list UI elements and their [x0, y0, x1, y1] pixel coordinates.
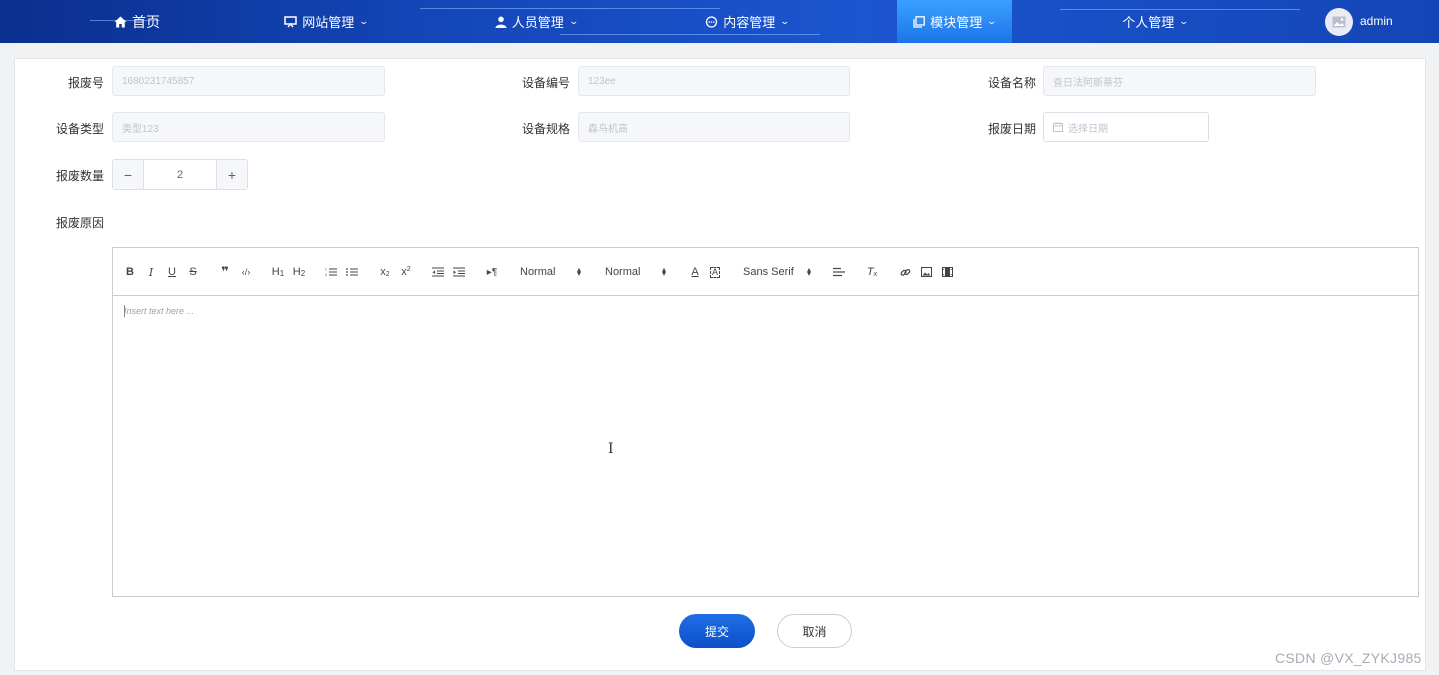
- superscript-button[interactable]: x2: [398, 264, 414, 280]
- image-icon[interactable]: [919, 264, 933, 280]
- username[interactable]: admin: [1360, 14, 1393, 28]
- nav-item-content-management[interactable]: 内容管理 ⌄: [697, 0, 797, 43]
- chevron-down-icon: ⌄: [1178, 16, 1190, 26]
- italic-button[interactable]: I: [144, 264, 158, 280]
- submit-button[interactable]: 提交: [679, 614, 755, 648]
- calendar-icon: [1053, 122, 1063, 132]
- avatar[interactable]: [1325, 8, 1353, 36]
- device-type-value: 类型123: [122, 123, 159, 135]
- ibeam-cursor-icon: I: [608, 441, 614, 457]
- scrap-reason-label: 报废原因: [55, 216, 104, 230]
- outdent-icon[interactable]: [431, 264, 445, 280]
- blockquote-button[interactable]: ❞: [218, 264, 232, 280]
- svg-text:2: 2: [325, 273, 327, 277]
- nav-item-label: 内容管理: [723, 15, 776, 30]
- chevron-down-icon: ⌄: [779, 16, 791, 26]
- image-placeholder-icon: [1332, 16, 1346, 28]
- bold-button[interactable]: B: [123, 264, 137, 280]
- rich-text-editor: B I U S ❞ ‹/› H1 H2 12 x2 x2 ▸¶ Normal ▴…: [112, 247, 1419, 597]
- video-icon[interactable]: [940, 264, 954, 280]
- ordered-list-icon[interactable]: 12: [324, 264, 338, 280]
- svg-text:1: 1: [325, 268, 327, 272]
- watermark: CSDN @VX_ZYKJ985: [1275, 650, 1422, 666]
- device-no-label: 设备编号: [521, 76, 570, 90]
- device-no-value: 123ee: [588, 75, 616, 87]
- nav-item-staff-management[interactable]: 人员管理 ⌄: [486, 0, 586, 43]
- align-icon[interactable]: [832, 264, 846, 280]
- nav-item-label: 模块管理: [930, 15, 983, 30]
- device-type-field[interactable]: 类型123: [112, 112, 385, 142]
- scrap-date-label: 报废日期: [987, 122, 1036, 136]
- device-spec-label: 设备规格: [521, 122, 570, 136]
- home-icon: [114, 16, 127, 27]
- chat-icon: [706, 15, 718, 28]
- scrap-no-label: 报废号: [67, 76, 104, 90]
- device-spec-value: 森鸟机高: [588, 123, 628, 135]
- updown-arrow-icon: ▴ ▾: [807, 265, 812, 278]
- user-icon: [495, 16, 507, 28]
- indent-icon[interactable]: [452, 264, 466, 280]
- chevron-down-icon: ⌄: [358, 16, 370, 26]
- device-no-field[interactable]: 123ee: [578, 66, 850, 96]
- nav-item-module-management[interactable]: 模块管理 ⌄: [897, 0, 1012, 43]
- header-picker[interactable]: Normal ▴ ▾: [520, 264, 586, 280]
- editor-toolbar: B I U S ❞ ‹/› H1 H2 12 x2 x2 ▸¶ Normal ▴…: [113, 248, 1418, 296]
- device-name-value: 查日法阿斯蒂芬: [1053, 77, 1123, 89]
- updown-arrow-icon: ▴ ▾: [662, 265, 667, 278]
- device-type-label: 设备类型: [55, 122, 104, 136]
- scrap-qty-stepper: − 2 +: [112, 159, 248, 190]
- device-name-field[interactable]: 查日法阿斯蒂芬: [1043, 66, 1316, 96]
- top-navigation-bar: 首页 网站管理 ⌄ 人员管理 ⌄ 内容管理 ⌄ 模块管理 ⌄ 个人管理 ⌄ ad…: [0, 0, 1439, 43]
- subscript-button[interactable]: x2: [377, 264, 393, 280]
- bullet-list-icon[interactable]: [345, 264, 359, 280]
- nav-item-personal-management[interactable]: 个人管理 ⌄: [1110, 0, 1200, 43]
- chevron-down-icon: ⌄: [986, 16, 998, 26]
- clear-format-icon[interactable]: Tx: [865, 264, 879, 280]
- device-spec-field[interactable]: 森鸟机高: [578, 112, 850, 142]
- h2-button[interactable]: H2: [291, 264, 307, 280]
- strike-button[interactable]: S: [186, 264, 200, 280]
- monitor-icon: [284, 15, 297, 27]
- font-picker-value: Sans Serif: [743, 266, 794, 278]
- copy-icon: [913, 15, 926, 28]
- chevron-down-icon: ⌄: [568, 16, 579, 26]
- nav-item-home[interactable]: 首页: [98, 0, 176, 43]
- cancel-button[interactable]: 取消: [777, 614, 852, 648]
- text-color-icon[interactable]: A: [688, 264, 702, 280]
- decrement-button[interactable]: −: [113, 160, 144, 189]
- updown-arrow-icon: ▴ ▾: [577, 265, 582, 278]
- h1-button[interactable]: H1: [270, 264, 286, 280]
- scrap-date-picker[interactable]: 选择日期: [1043, 112, 1209, 142]
- device-name-label: 设备名称: [987, 76, 1036, 90]
- link-icon[interactable]: [898, 264, 912, 280]
- editor-placeholder: Insert text here ...: [124, 306, 195, 316]
- header-picker-value: Normal: [520, 266, 556, 278]
- scrap-no-field[interactable]: 1680231745857: [112, 66, 385, 96]
- nav-item-label: 网站管理: [302, 15, 355, 30]
- increment-button[interactable]: +: [216, 160, 247, 189]
- scrap-date-placeholder: 选择日期: [1068, 123, 1108, 135]
- scrap-qty-value[interactable]: 2: [144, 160, 216, 189]
- nav-item-label: 个人管理: [1122, 15, 1175, 30]
- code-block-button[interactable]: ‹/›: [239, 264, 253, 280]
- scrap-qty-label: 报废数量: [55, 169, 104, 183]
- text-direction-icon[interactable]: ▸¶: [485, 264, 499, 280]
- scrap-no-value: 1680231745857: [122, 75, 195, 87]
- background-color-icon[interactable]: A: [708, 264, 722, 280]
- nav-item-label: 人员管理: [511, 15, 564, 30]
- size-picker-value: Normal: [605, 266, 641, 278]
- editor-content-area[interactable]: Insert text here ... I: [113, 296, 1418, 596]
- underline-button[interactable]: U: [165, 264, 179, 280]
- nav-item-website-management[interactable]: 网站管理 ⌄: [276, 0, 376, 43]
- font-picker[interactable]: Sans Serif ▴ ▾: [743, 264, 817, 280]
- nav-item-label: 首页: [132, 13, 160, 30]
- size-picker[interactable]: Normal ▴ ▾: [605, 264, 671, 280]
